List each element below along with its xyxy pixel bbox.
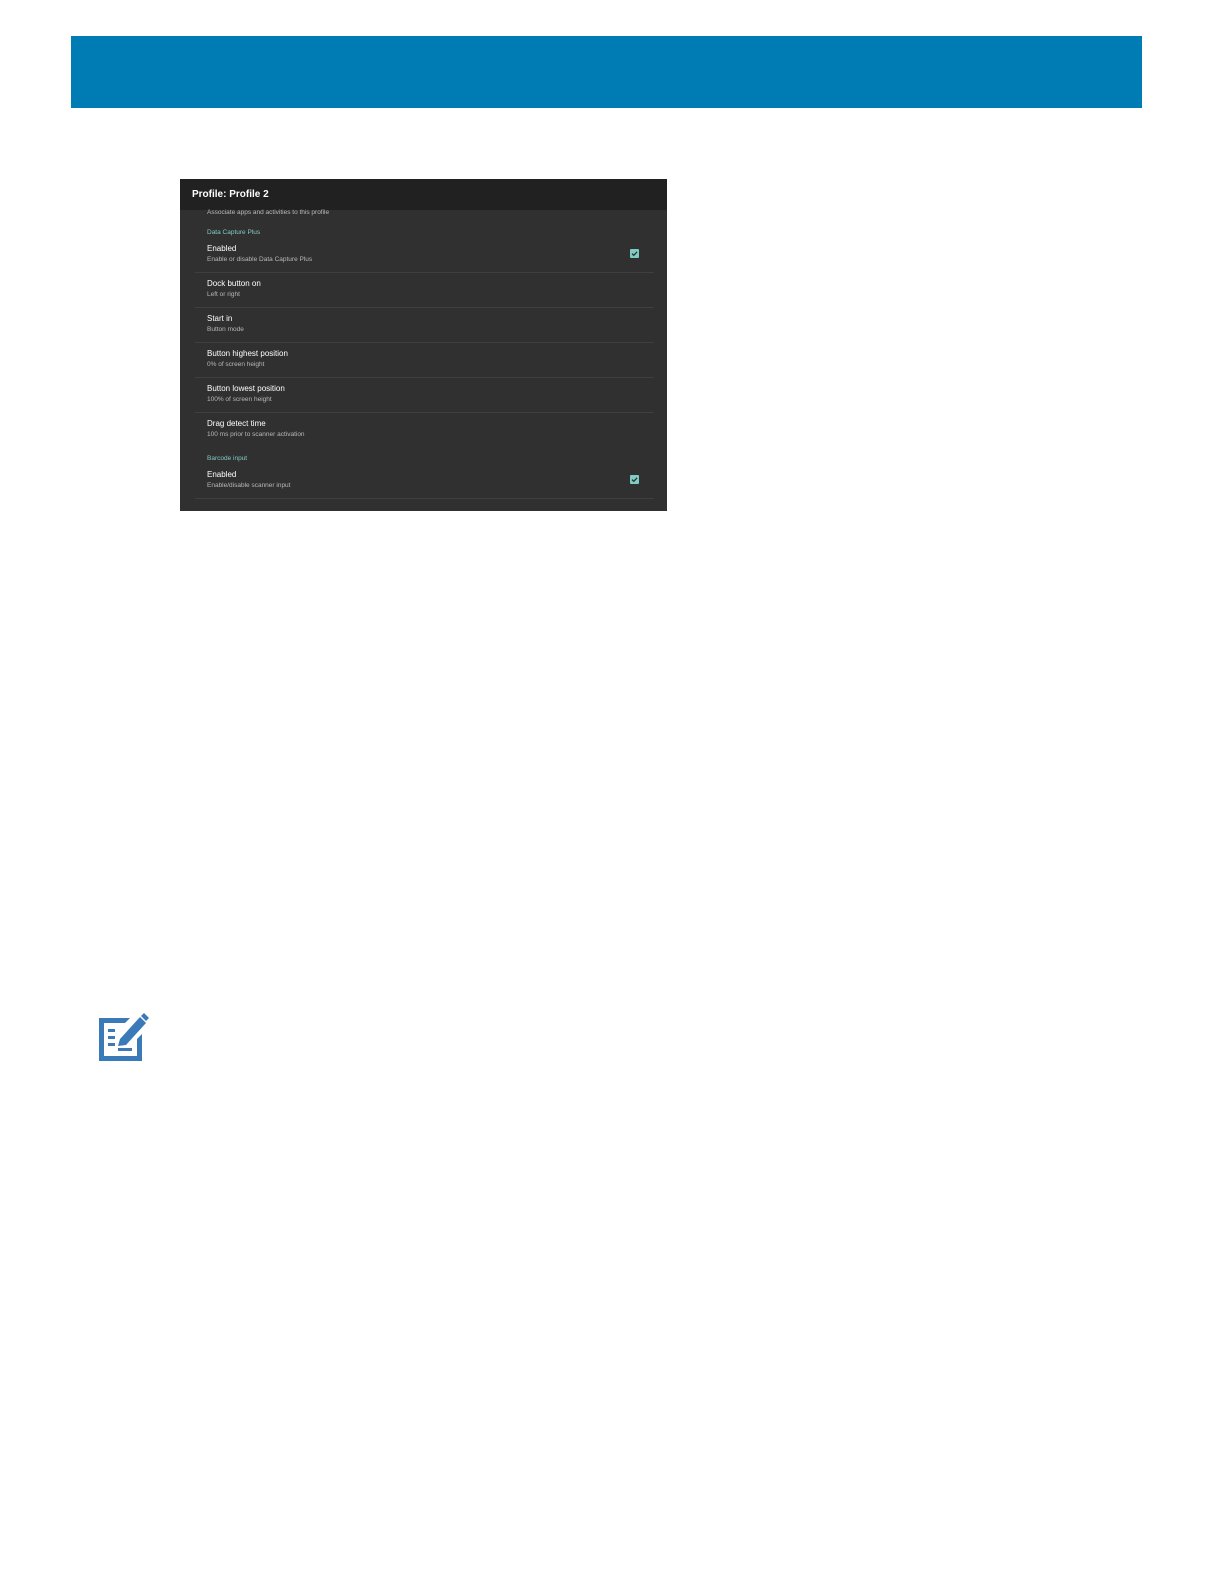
dcp-enabled-checkbox[interactable]: [630, 249, 639, 258]
pref-title: Drag detect time: [207, 419, 266, 428]
pref-button-highest-position[interactable]: Button highest position 0% of screen hei…: [195, 343, 654, 378]
header-band: [71, 36, 1142, 108]
pref-summary: 100% of screen height: [207, 396, 272, 403]
pref-button-lowest-position[interactable]: Button lowest position 100% of screen he…: [195, 378, 654, 413]
pref-title: Button highest position: [207, 349, 288, 358]
pref-summary: 0% of screen height: [207, 361, 265, 368]
pref-dock-button-on[interactable]: Dock button on Left or right: [195, 273, 654, 308]
preference-list: Associate apps and activities to this pr…: [180, 208, 667, 499]
pref-summary: 100 ms prior to scanner activation: [207, 431, 305, 438]
pref-title: Start in: [207, 314, 233, 323]
barcode-enabled-checkbox[interactable]: [630, 475, 639, 484]
pref-summary: Left or right: [207, 291, 240, 298]
category-data-capture-plus: Data Capture Plus: [207, 229, 261, 236]
pref-start-in[interactable]: Start in Button mode: [195, 308, 654, 343]
check-icon: [631, 251, 638, 257]
pref-summary: Enable/disable scanner input: [207, 482, 291, 489]
app-bar-title: Profile: Profile 2: [180, 179, 667, 210]
pref-barcode-enabled[interactable]: Enabled Enable/disable scanner input: [195, 464, 654, 499]
pref-dcp-enabled[interactable]: Enabled Enable or disable Data Capture P…: [195, 238, 654, 273]
pref-title: Enabled: [207, 470, 237, 479]
pref-drag-detect-time[interactable]: Drag detect time 100 ms prior to scanner…: [195, 413, 654, 448]
pref-summary: Enable or disable Data Capture Plus: [207, 256, 313, 263]
note-edit-icon: [99, 1013, 149, 1061]
category-barcode-input: Barcode input: [207, 455, 248, 462]
check-icon: [631, 477, 638, 483]
profile-screenshot: Profile: Profile 2 Associate apps and ac…: [180, 179, 667, 511]
pref-summary: Button mode: [207, 326, 244, 333]
pref-title: Button lowest position: [207, 384, 285, 393]
pref-title: Enabled: [207, 244, 237, 253]
associated-apps-summary: Associate apps and activities to this pr…: [207, 209, 330, 216]
pref-title: Dock button on: [207, 279, 261, 288]
